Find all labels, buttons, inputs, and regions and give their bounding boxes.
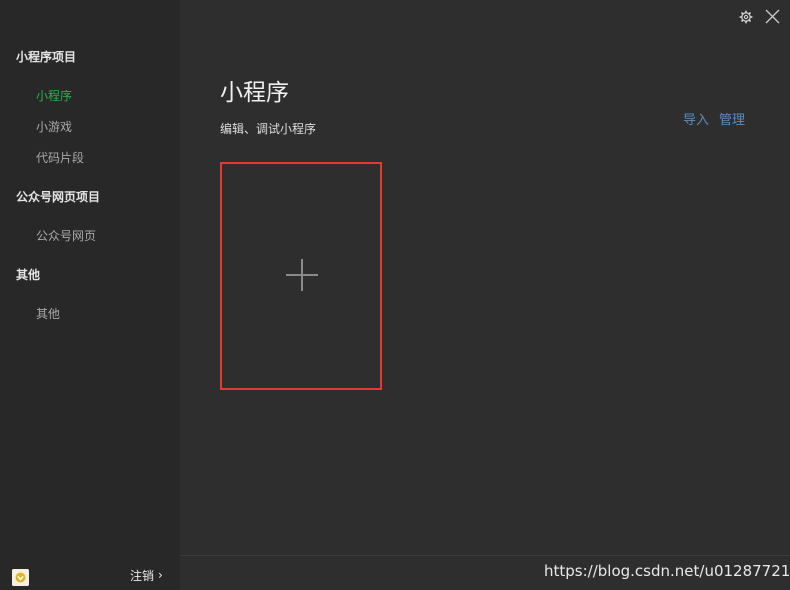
page-subtitle: 编辑、调试小程序 — [220, 122, 317, 136]
section-title-other: 其他 — [16, 268, 41, 282]
avatar[interactable] — [12, 569, 29, 586]
avatar-icon — [12, 569, 29, 586]
app-window: 小程序项目 小程序 小游戏 代码片段 公众号网页项目 公众号网页 其他 其他 注… — [0, 0, 790, 590]
logout-button[interactable]: 注销 — [130, 568, 154, 584]
sidebar-footer: 注销 › — [0, 556, 180, 590]
divider — [180, 555, 790, 556]
manage-link[interactable]: 管理 — [719, 113, 745, 129]
sidebar-item-code-snippets[interactable]: 代码片段 — [36, 150, 84, 166]
close-icon — [765, 9, 780, 24]
chevron-right-icon: › — [158, 568, 163, 582]
import-link[interactable]: 导入 — [683, 113, 709, 129]
sidebar-item-miniprogram[interactable]: 小程序 — [36, 88, 72, 104]
sidebar: 小程序项目 小程序 小游戏 代码片段 公众号网页项目 公众号网页 其他 其他 注… — [0, 0, 180, 590]
section-title-miniprogram-projects: 小程序项目 — [16, 50, 77, 64]
settings-button[interactable] — [739, 9, 753, 24]
close-button[interactable] — [765, 9, 780, 24]
gear-icon — [739, 10, 753, 24]
main-panel: 小程序 编辑、调试小程序 导入 管理 https://blog.csdn.net… — [180, 0, 790, 590]
page-title: 小程序 — [220, 80, 289, 106]
section-title-official-account-projects: 公众号网页项目 — [16, 190, 101, 204]
create-project-card[interactable] — [220, 162, 382, 390]
sidebar-item-other[interactable]: 其他 — [36, 306, 60, 322]
watermark-url: https://blog.csdn.net/u012877217 — [544, 562, 790, 580]
sidebar-item-official-account-web[interactable]: 公众号网页 — [36, 228, 96, 244]
sidebar-item-minigame[interactable]: 小游戏 — [36, 119, 72, 135]
